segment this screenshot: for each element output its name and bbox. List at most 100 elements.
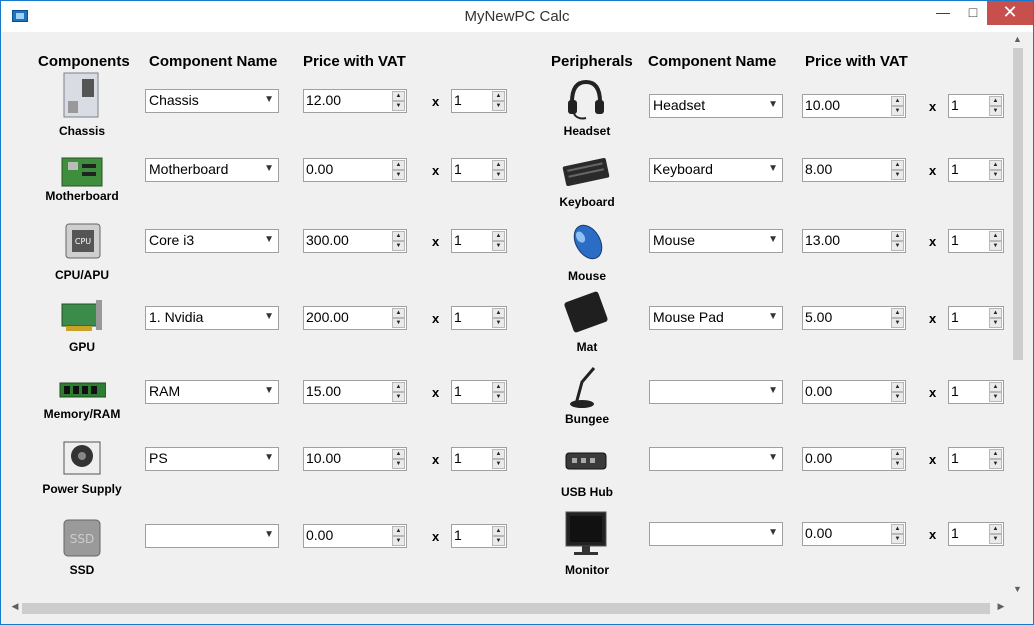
components-name-combobox[interactable]: Core i3 ▼ <box>145 229 279 253</box>
spin-down-icon[interactable]: ▼ <box>891 106 904 116</box>
spin-up-icon[interactable]: ▲ <box>492 308 505 318</box>
spin-down-icon[interactable]: ▼ <box>989 534 1002 544</box>
spin-down-icon[interactable]: ▼ <box>492 241 505 251</box>
spin-down-icon[interactable]: ▼ <box>392 241 405 251</box>
peripherals-price-spinner[interactable]: 8.00 ▲ ▼ <box>802 158 906 182</box>
spin-up-icon[interactable]: ▲ <box>392 160 405 170</box>
spin-up-icon[interactable]: ▲ <box>989 524 1002 534</box>
scroll-up-arrow-icon[interactable]: ▲ <box>1011 34 1024 44</box>
spin-down-icon[interactable]: ▼ <box>891 459 904 469</box>
peripherals-name-combobox[interactable]: Headset ▼ <box>649 94 783 118</box>
spin-up-icon[interactable]: ▲ <box>989 382 1002 392</box>
spin-up-icon[interactable]: ▲ <box>891 96 904 106</box>
spin-down-icon[interactable]: ▼ <box>392 170 405 180</box>
chevron-down-icon[interactable]: ▼ <box>768 385 778 396</box>
chevron-down-icon[interactable]: ▼ <box>768 311 778 322</box>
chevron-down-icon[interactable]: ▼ <box>264 94 274 105</box>
spin-up-icon[interactable]: ▲ <box>891 308 904 318</box>
components-quantity-spinner[interactable]: 1 ▲ ▼ <box>451 380 507 404</box>
spin-up-icon[interactable]: ▲ <box>492 382 505 392</box>
peripherals-quantity-spinner[interactable]: 1 ▲ ▼ <box>948 447 1004 471</box>
scroll-right-arrow-icon[interactable]: ▶ <box>995 601 1007 612</box>
spin-up-icon[interactable]: ▲ <box>392 382 405 392</box>
spin-up-icon[interactable]: ▲ <box>891 231 904 241</box>
chevron-down-icon[interactable]: ▼ <box>768 452 778 463</box>
components-quantity-spinner[interactable]: 1 ▲ ▼ <box>451 89 507 113</box>
maximize-button[interactable]: □ <box>961 1 985 25</box>
spin-down-icon[interactable]: ▼ <box>989 170 1002 180</box>
spin-down-icon[interactable]: ▼ <box>492 101 505 111</box>
spin-down-icon[interactable]: ▼ <box>891 534 904 544</box>
components-price-spinner[interactable]: 12.00 ▲ ▼ <box>303 89 407 113</box>
spin-up-icon[interactable]: ▲ <box>492 91 505 101</box>
components-name-combobox[interactable]: Motherboard ▼ <box>145 158 279 182</box>
chevron-down-icon[interactable]: ▼ <box>264 452 274 463</box>
components-quantity-spinner[interactable]: 1 ▲ ▼ <box>451 306 507 330</box>
spin-up-icon[interactable]: ▲ <box>492 231 505 241</box>
components-price-spinner[interactable]: 0.00 ▲ ▼ <box>303 158 407 182</box>
peripherals-quantity-spinner[interactable]: 1 ▲ ▼ <box>948 158 1004 182</box>
spin-up-icon[interactable]: ▲ <box>891 449 904 459</box>
horizontal-scrollbar[interactable]: ◀ ▶ <box>9 600 1008 616</box>
chevron-down-icon[interactable]: ▼ <box>264 311 274 322</box>
chevron-down-icon[interactable]: ▼ <box>768 234 778 245</box>
spin-down-icon[interactable]: ▼ <box>891 318 904 328</box>
components-price-spinner[interactable]: 0.00 ▲ ▼ <box>303 524 407 548</box>
components-quantity-spinner[interactable]: 1 ▲ ▼ <box>451 447 507 471</box>
peripherals-name-combobox[interactable]: Mouse ▼ <box>649 229 783 253</box>
spin-down-icon[interactable]: ▼ <box>492 318 505 328</box>
spin-up-icon[interactable]: ▲ <box>989 96 1002 106</box>
spin-down-icon[interactable]: ▼ <box>891 392 904 402</box>
scroll-left-arrow-icon[interactable]: ◀ <box>9 601 21 612</box>
spin-down-icon[interactable]: ▼ <box>989 318 1002 328</box>
spin-down-icon[interactable]: ▼ <box>492 536 505 546</box>
chevron-down-icon[interactable]: ▼ <box>264 529 274 540</box>
spin-down-icon[interactable]: ▼ <box>989 241 1002 251</box>
spin-up-icon[interactable]: ▲ <box>891 382 904 392</box>
chevron-down-icon[interactable]: ▼ <box>264 385 274 396</box>
peripherals-name-combobox[interactable]: ▼ <box>649 447 783 471</box>
spin-up-icon[interactable]: ▲ <box>392 308 405 318</box>
spin-up-icon[interactable]: ▲ <box>989 449 1002 459</box>
peripherals-price-spinner[interactable]: 0.00 ▲ ▼ <box>802 380 906 404</box>
chevron-down-icon[interactable]: ▼ <box>768 527 778 538</box>
spin-up-icon[interactable]: ▲ <box>492 160 505 170</box>
spin-down-icon[interactable]: ▼ <box>989 459 1002 469</box>
horizontal-scroll-thumb[interactable] <box>22 603 990 614</box>
spin-down-icon[interactable]: ▼ <box>392 101 405 111</box>
spin-down-icon[interactable]: ▼ <box>492 170 505 180</box>
spin-down-icon[interactable]: ▼ <box>392 536 405 546</box>
peripherals-price-spinner[interactable]: 0.00 ▲ ▼ <box>802 522 906 546</box>
spin-down-icon[interactable]: ▼ <box>891 170 904 180</box>
spin-up-icon[interactable]: ▲ <box>891 160 904 170</box>
components-quantity-spinner[interactable]: 1 ▲ ▼ <box>451 524 507 548</box>
components-quantity-spinner[interactable]: 1 ▲ ▼ <box>451 158 507 182</box>
spin-down-icon[interactable]: ▼ <box>392 459 405 469</box>
components-name-combobox[interactable]: PS ▼ <box>145 447 279 471</box>
spin-down-icon[interactable]: ▼ <box>989 106 1002 116</box>
spin-up-icon[interactable]: ▲ <box>891 524 904 534</box>
scroll-down-arrow-icon[interactable]: ▼ <box>1011 584 1024 594</box>
components-price-spinner[interactable]: 300.00 ▲ ▼ <box>303 229 407 253</box>
minimize-button[interactable]: — <box>931 1 955 25</box>
peripherals-quantity-spinner[interactable]: 1 ▲ ▼ <box>948 94 1004 118</box>
vertical-scrollbar[interactable]: ▲ ▼ <box>1009 32 1026 600</box>
spin-up-icon[interactable]: ▲ <box>392 231 405 241</box>
components-price-spinner[interactable]: 10.00 ▲ ▼ <box>303 447 407 471</box>
peripherals-quantity-spinner[interactable]: 1 ▲ ▼ <box>948 306 1004 330</box>
spin-up-icon[interactable]: ▲ <box>392 91 405 101</box>
components-name-combobox[interactable]: ▼ <box>145 524 279 548</box>
peripherals-name-combobox[interactable]: Mouse Pad ▼ <box>649 306 783 330</box>
peripherals-price-spinner[interactable]: 0.00 ▲ ▼ <box>802 447 906 471</box>
components-name-combobox[interactable]: RAM ▼ <box>145 380 279 404</box>
spin-down-icon[interactable]: ▼ <box>492 392 505 402</box>
peripherals-name-combobox[interactable]: Keyboard ▼ <box>649 158 783 182</box>
peripherals-quantity-spinner[interactable]: 1 ▲ ▼ <box>948 380 1004 404</box>
spin-up-icon[interactable]: ▲ <box>989 231 1002 241</box>
chevron-down-icon[interactable]: ▼ <box>768 163 778 174</box>
components-quantity-spinner[interactable]: 1 ▲ ▼ <box>451 229 507 253</box>
spin-down-icon[interactable]: ▼ <box>492 459 505 469</box>
chevron-down-icon[interactable]: ▼ <box>264 163 274 174</box>
spin-down-icon[interactable]: ▼ <box>989 392 1002 402</box>
spin-up-icon[interactable]: ▲ <box>492 526 505 536</box>
